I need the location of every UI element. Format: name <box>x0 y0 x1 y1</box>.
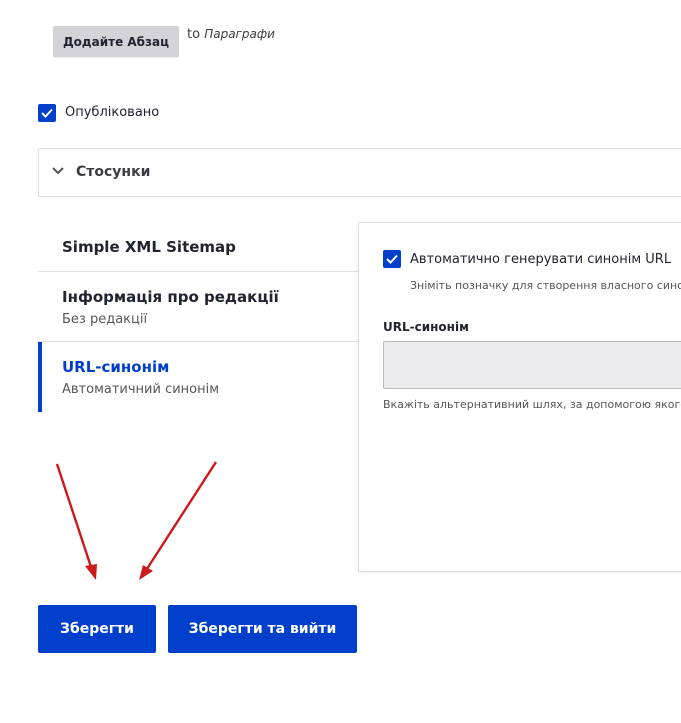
vertical-tab-sitemap[interactable]: Simple XML Sitemap <box>38 222 359 272</box>
auto-alias-checkbox[interactable] <box>383 250 401 268</box>
published-checkbox[interactable] <box>38 104 56 122</box>
vertical-tab-summary: Без редакції <box>62 312 148 327</box>
vertical-tab-title: Simple XML Sitemap <box>62 238 236 256</box>
checkmark-icon <box>386 254 398 264</box>
vertical-tab-url-alias[interactable]: URL-синонім Автоматичний синонім <box>38 342 359 412</box>
vertical-tab-summary: Автоматичний синонім <box>62 382 220 397</box>
relations-details[interactable]: Стосунки <box>38 148 681 197</box>
checkmark-icon <box>41 108 53 118</box>
annotation-arrow-right <box>139 461 218 580</box>
to-prefix: to <box>187 27 201 42</box>
add-paragraph-button[interactable]: Додайте Абзац <box>53 26 179 57</box>
chevron-down-icon <box>52 167 64 175</box>
add-paragraph-target: to Параграфи <box>187 27 275 42</box>
auto-alias-label: Автоматично генерувати синонім URL <box>410 252 672 267</box>
to-target: Параграфи <box>204 27 275 41</box>
annotation-arrow-left <box>55 463 97 580</box>
relations-title: Стосунки <box>76 164 151 180</box>
url-alias-label: URL-синонім <box>383 320 469 334</box>
url-alias-input[interactable] <box>383 341 681 389</box>
save-button[interactable]: Зберегти <box>38 605 156 653</box>
published-label: Опубліковано <box>65 105 160 120</box>
url-alias-description: Вкажіть альтернативний шлях, за допомого… <box>383 398 681 411</box>
vertical-tab-title: URL-синонім <box>62 358 170 376</box>
vertical-tab-title: Інформація про редакції <box>62 288 279 306</box>
auto-alias-description: Зніміть позначку для створення власного … <box>410 279 681 292</box>
save-and-exit-button[interactable]: Зберегти та вийти <box>168 605 357 653</box>
vertical-tab-revision[interactable]: Інформація про редакції Без редакції <box>38 272 359 342</box>
url-alias-pane: Автоматично генерувати синонім URL Знімі… <box>358 222 681 572</box>
